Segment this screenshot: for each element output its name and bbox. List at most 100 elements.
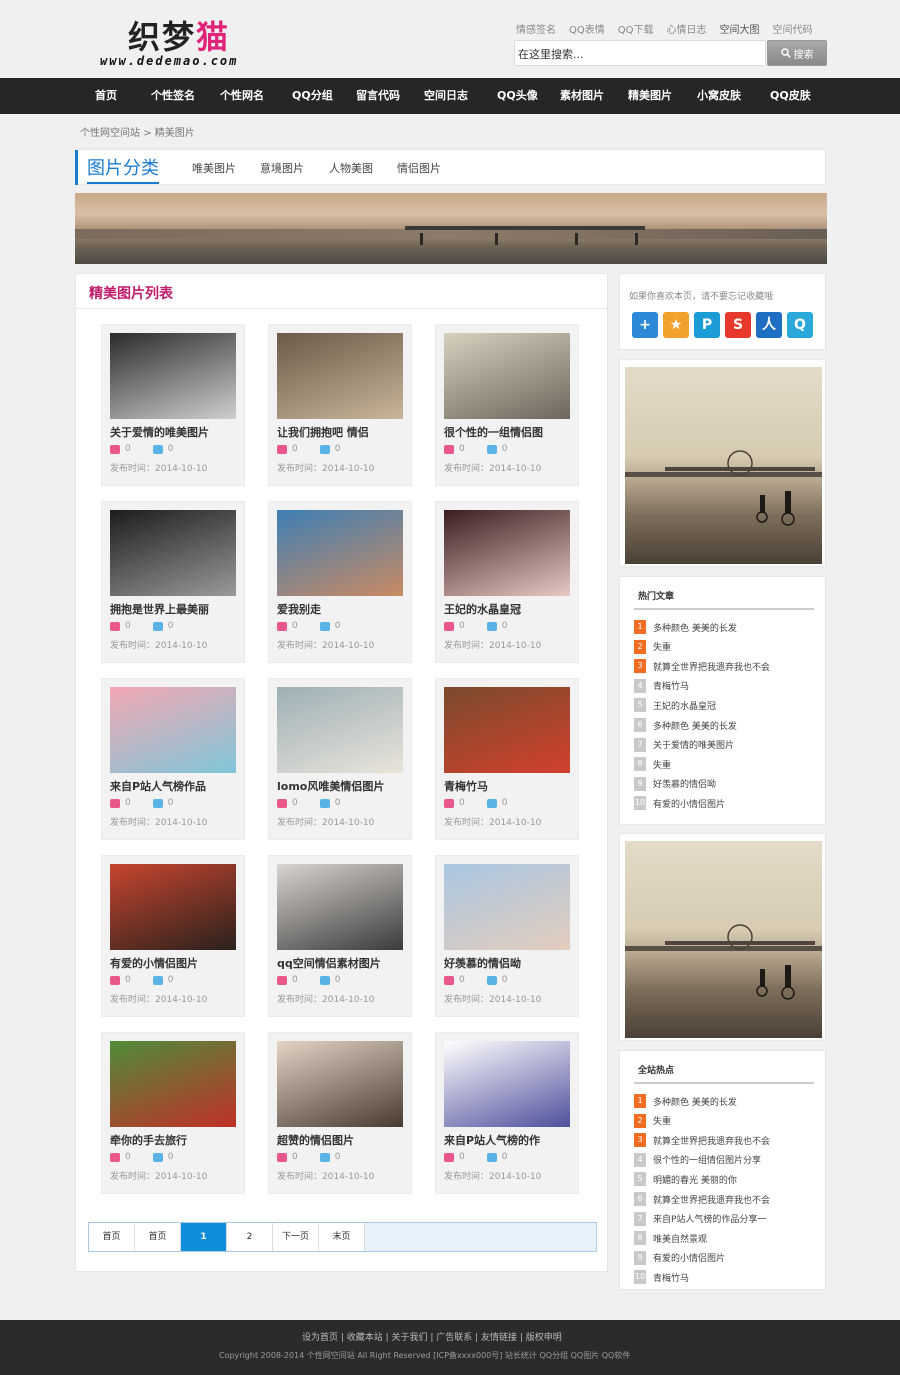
page-next[interactable]: 下一页 [273, 1223, 319, 1251]
list-item[interactable]: 5 王妃的水晶皇冠 [634, 698, 716, 713]
card-thumbnail[interactable] [277, 333, 403, 419]
thumb-down-icon[interactable] [152, 444, 163, 454]
card-thumbnail[interactable] [444, 510, 570, 596]
card-thumbnail[interactable] [444, 687, 570, 773]
image-card[interactable]: 牵你的手去旅行 0 0 发布时间：2014-10-10 [101, 1032, 245, 1194]
thumb-up-icon[interactable] [444, 798, 454, 808]
qzone-share-icon[interactable]: ★ [663, 312, 689, 338]
thumb-down-icon[interactable] [319, 1152, 330, 1162]
card-title[interactable]: 很个性的一组情侣图 [444, 424, 574, 440]
top-link[interactable]: QQ下载 [618, 21, 654, 36]
card-thumbnail[interactable] [110, 687, 236, 773]
image-card[interactable]: 有爱的小情侣图片 0 0 发布时间：2014-10-10 [101, 855, 245, 1017]
thumb-up-icon[interactable] [444, 975, 454, 985]
thumb-down-icon[interactable] [152, 1152, 163, 1162]
site-logo[interactable]: 织梦猫 [128, 12, 230, 58]
sidebar-photo[interactable] [625, 367, 822, 564]
nav-item[interactable]: 小窝皮肤 [697, 78, 741, 114]
card-thumbnail[interactable] [110, 864, 236, 950]
breadcrumb-current[interactable]: 精美图片 [155, 128, 195, 139]
thumb-up-icon[interactable] [110, 444, 120, 454]
image-card[interactable]: 王妃的水晶皇冠 0 0 发布时间：2014-10-10 [435, 501, 579, 663]
card-title[interactable]: 超赞的情侣图片 [277, 1132, 407, 1148]
breadcrumb-home[interactable]: 个性网空间站 [80, 128, 140, 139]
top-link[interactable]: 情感签名 [516, 21, 556, 36]
thumb-up-icon[interactable] [277, 975, 287, 985]
image-card[interactable]: 超赞的情侣图片 0 0 发布时间：2014-10-10 [268, 1032, 412, 1194]
card-thumbnail[interactable] [444, 864, 570, 950]
list-item[interactable]: 7 关于爱情的唯美图片 [634, 737, 734, 752]
card-title[interactable]: 来自P站人气榜的作 [444, 1132, 574, 1148]
card-thumbnail[interactable] [444, 1041, 570, 1127]
kaixin-share-icon[interactable]: Q [787, 312, 813, 338]
card-thumbnail[interactable] [277, 1041, 403, 1127]
card-title[interactable]: lomo风唯美情侣图片 [277, 778, 407, 794]
thumb-down-icon[interactable] [486, 621, 497, 631]
list-item[interactable]: 7 来自P站人气榜的作品分享一 [634, 1211, 766, 1226]
list-item[interactable]: 5 明媚的春光 美丽的你 [634, 1172, 737, 1187]
image-card[interactable]: 来自P站人气榜作品 0 0 发布时间：2014-10-10 [101, 678, 245, 840]
card-thumbnail[interactable] [277, 864, 403, 950]
nav-item[interactable]: 留言代码 [356, 78, 400, 114]
thumb-up-icon[interactable] [110, 1152, 120, 1162]
card-thumbnail[interactable] [110, 510, 236, 596]
card-title[interactable]: 来自P站人气榜作品 [110, 778, 240, 794]
image-card[interactable]: qq空间情侣素材图片 0 0 发布时间：2014-10-10 [268, 855, 412, 1017]
card-thumbnail[interactable] [444, 333, 570, 419]
nav-item[interactable]: 个性签名 [151, 78, 195, 114]
image-card[interactable]: 爱我别走 0 0 发布时间：2014-10-10 [268, 501, 412, 663]
image-card[interactable]: lomo风唯美情侣图片 0 0 发布时间：2014-10-10 [268, 678, 412, 840]
nav-item[interactable]: QQ头像 [497, 78, 538, 114]
image-card[interactable]: 让我们拥抱吧 情侣 0 0 发布时间：2014-10-10 [268, 324, 412, 486]
nav-item[interactable]: 素材图片 [560, 78, 604, 114]
list-item[interactable]: 2 失重 [634, 639, 671, 654]
thumb-up-icon[interactable] [110, 621, 120, 631]
page-number[interactable]: 2 [227, 1223, 273, 1251]
thumb-up-icon[interactable] [277, 1152, 287, 1162]
list-item[interactable]: 10 有爱的小情侣图片 [634, 796, 725, 811]
thumb-down-icon[interactable] [152, 798, 163, 808]
card-title[interactable]: 关于爱情的唯美图片 [110, 424, 240, 440]
list-item[interactable]: 6 就算全世界把我遗弃我也不会 [634, 1192, 770, 1206]
card-title[interactable]: 让我们拥抱吧 情侣 [277, 424, 407, 440]
sidebar-photo[interactable] [625, 841, 822, 1038]
list-item[interactable]: 8 唯美自然景观 [634, 1231, 707, 1246]
thumb-down-icon[interactable] [486, 444, 497, 454]
thumb-up-icon[interactable] [277, 621, 287, 631]
thumb-down-icon[interactable] [486, 798, 497, 808]
list-item[interactable]: 8 失重 [634, 757, 671, 772]
nav-item[interactable]: 精美图片 [628, 78, 672, 114]
top-link[interactable]: 心情日志 [667, 21, 707, 36]
image-card[interactable]: 来自P站人气榜的作 0 0 发布时间：2014-10-10 [435, 1032, 579, 1194]
search-button[interactable]: 搜索 [767, 40, 827, 66]
list-item[interactable]: 9 有爱的小情侣图片 [634, 1250, 725, 1265]
nav-item[interactable]: 空间日志 [424, 78, 468, 114]
image-card[interactable]: 很个性的一组情侣图 0 0 发布时间：2014-10-10 [435, 324, 579, 486]
search-input[interactable]: 在这里搜索... [514, 40, 766, 66]
card-title[interactable]: 有爱的小情侣图片 [110, 955, 240, 971]
card-thumbnail[interactable] [277, 687, 403, 773]
list-item[interactable]: 1 多种颜色 美美的长发 [634, 1094, 737, 1108]
list-item[interactable]: 3 就算全世界把我遗弃我也不会 [634, 1133, 770, 1148]
nav-item[interactable]: QQ皮肤 [770, 78, 811, 114]
thumb-down-icon[interactable] [319, 975, 330, 985]
list-item[interactable]: 2 失重 [634, 1113, 671, 1128]
list-item[interactable]: 1 多种颜色 美美的长发 [634, 620, 737, 634]
page-first[interactable]: 首页 [135, 1223, 181, 1251]
list-item[interactable]: 10 青梅竹马 [634, 1270, 689, 1285]
sina-weibo-share-icon[interactable]: S [725, 312, 751, 338]
list-item[interactable]: 6 多种颜色 美美的长发 [634, 718, 737, 732]
add-share-icon[interactable]: + [632, 312, 658, 338]
nav-item[interactable]: QQ分组 [292, 78, 333, 114]
top-link[interactable]: 空间代码 [773, 21, 813, 36]
page-first[interactable]: 首页 [89, 1223, 135, 1251]
thumb-up-icon[interactable] [444, 1152, 454, 1162]
category-link[interactable]: 意境图片 [260, 160, 304, 176]
renren-share-icon[interactable]: 人 [756, 312, 782, 338]
thumb-up-icon[interactable] [277, 798, 287, 808]
footer-links[interactable]: 设为首页 | 收藏本站 | 关于我们 | 广告联系 | 友情链接 | 版权申明 [302, 1330, 562, 1343]
page-number-current[interactable]: 1 [181, 1223, 227, 1251]
thumb-up-icon[interactable] [110, 798, 120, 808]
image-card[interactable]: 拥抱是世界上最美丽 0 0 发布时间：2014-10-10 [101, 501, 245, 663]
image-card[interactable]: 关于爱情的唯美图片 0 0 发布时间：2014-10-10 [101, 324, 245, 486]
